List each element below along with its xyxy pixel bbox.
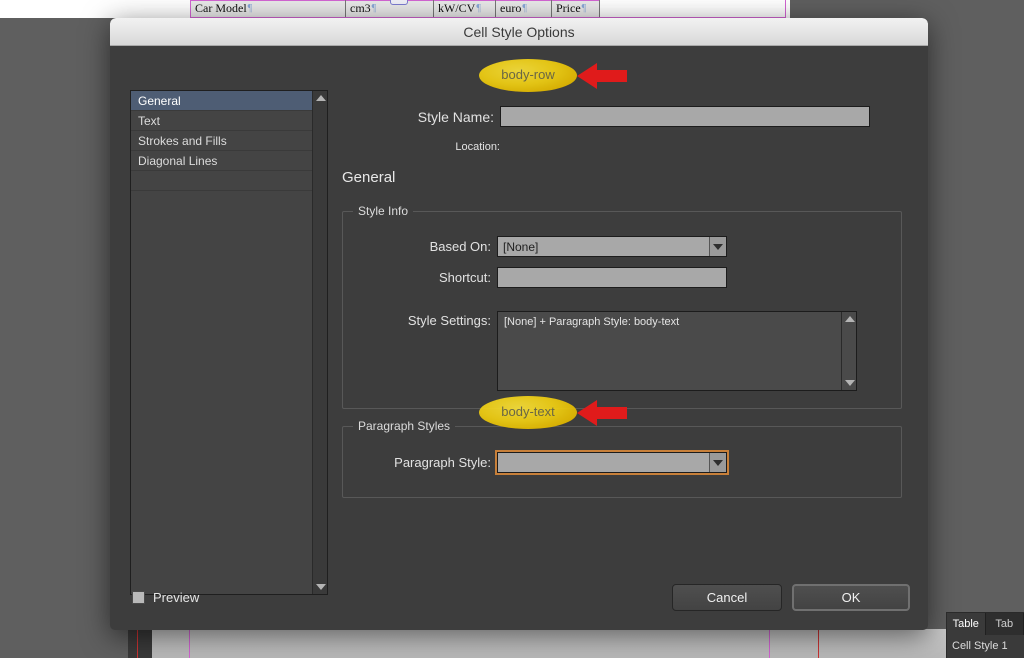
paragraph-style-chevron[interactable] [709,453,726,472]
style-name-row: Style Name: body-row [342,106,910,127]
pilcrow-icon: ¶ [581,3,587,14]
cell-style-list-item-label: Cell Style 1 [952,640,1008,652]
style-name-label: Style Name: [417,108,494,125]
table-header-cell: kW/CV ¶ [434,0,496,17]
margin-guide-red [818,629,819,658]
table-header-cell: Price ¶ [552,0,600,17]
tab-label: Table [952,618,979,630]
table-header-label: Price [556,1,581,15]
margin-guide-red [137,629,138,658]
tab-label: Tab [995,618,1014,630]
paragraph-style-row: Paragraph Style: body-text [343,450,901,475]
location-label: Location: [455,141,500,153]
based-on-row: Based On: [None] [343,236,901,257]
based-on-chevron[interactable] [709,237,726,256]
cancel-button[interactable]: Cancel [672,584,782,611]
location-row: Location: [342,141,506,153]
table-header-cell-empty[interactable] [600,0,785,17]
sidebar-item-general[interactable]: General [131,91,312,111]
table-header-label: kW/CV [438,1,476,15]
margin-guide-magenta [189,629,190,658]
sidebar-item-strokes-and-fills[interactable]: Strokes and Fills [131,131,312,151]
dialog-body: General Text Strokes and Fills Diagonal … [110,46,928,630]
style-settings-row: Style Settings: [None] + Paragraph Style… [343,311,901,391]
table-select-handle-icon[interactable] [390,0,408,5]
sidebar-item-label: Diagonal Lines [138,153,218,168]
style-name-input[interactable]: body-row [500,106,870,127]
background-table[interactable]: Car Model ¶ cm3 ¶ kW/CV ¶ euro ¶ Price ¶ [190,0,786,18]
based-on-value: [None] [503,239,539,254]
dialog-titlebar[interactable]: Cell Style Options [110,18,928,46]
ok-button-label: OK [841,590,861,605]
ok-button[interactable]: OK [792,584,910,611]
style-settings-textarea[interactable]: [None] + Paragraph Style: body-text [497,311,857,391]
pilcrow-icon: ¶ [522,3,527,14]
styles-panel-tabs: Table Tab [947,613,1024,635]
sidebar-scrollbar[interactable] [312,91,327,594]
table-header-label: cm3 [350,1,371,15]
pilcrow-icon: ¶ [247,3,253,14]
triangle-down-icon [844,380,855,386]
tab-table[interactable]: Table [947,613,986,635]
dialog-title: Cell Style Options [463,23,575,40]
sidebar-empty-row [131,171,312,191]
chevron-down-icon [713,459,723,466]
scroll-up-button[interactable] [313,91,328,105]
preview-label: Preview [153,590,200,605]
canvas-left-gutter-dark [128,629,152,658]
preview-checkbox[interactable] [132,591,145,604]
style-info-group: Style Info Based On: [None] Shortcut: St… [342,204,902,409]
dialog-footer: Preview Cancel OK [110,574,928,630]
sidebar-item-text[interactable]: Text [131,111,312,131]
shortcut-row: Shortcut: [343,267,901,288]
sidebar-item-label: General [138,93,181,108]
paragraph-style-label: Paragraph Style: [394,455,491,470]
paragraph-styles-legend: Paragraph Styles [353,419,456,433]
based-on-dropdown[interactable]: [None] [497,236,727,257]
preview-checkbox-group[interactable]: Preview [132,590,199,605]
style-info-legend: Style Info [353,204,414,218]
document-page-bottom [0,629,1024,658]
triangle-up-icon [315,95,326,101]
margin-guide-magenta [769,629,770,658]
paragraph-style-dropdown[interactable]: body-text [495,450,729,475]
style-settings-label: Style Settings: [407,313,491,328]
pilcrow-icon: ¶ [371,3,377,14]
sidebar-item-diagonal-lines[interactable]: Diagonal Lines [131,151,312,171]
style-settings-scrollbar[interactable] [841,312,856,390]
tab-table-2[interactable]: Tab [986,613,1024,635]
category-list-items: General Text Strokes and Fills Diagonal … [131,91,312,594]
shortcut-label: Shortcut: [438,270,491,285]
cancel-button-label: Cancel [706,590,748,605]
section-heading: General [342,169,396,186]
table-header-cell: euro ¶ [496,0,552,17]
table-header-label: Car Model [195,1,247,15]
triangle-up-icon [844,316,855,322]
chevron-down-icon [713,243,723,250]
dialog-category-list[interactable]: General Text Strokes and Fills Diagonal … [130,90,328,595]
based-on-label: Based On: [429,239,491,254]
cell-style-options-dialog: Cell Style Options General Text Strokes … [110,18,928,630]
sidebar-item-label: Strokes and Fills [138,133,227,148]
table-header-cell: Car Model ¶ [191,0,346,17]
table-header-label: euro [500,1,522,15]
scroll-up-button[interactable] [842,312,857,326]
style-settings-value: [None] + Paragraph Style: body-text [504,316,680,328]
styles-panel: Table Tab Cell Style 1 [946,612,1024,658]
paragraph-styles-group: Paragraph Styles Paragraph Style: body-t… [342,419,902,498]
cell-style-list-item[interactable]: Cell Style 1 [947,635,1024,657]
scroll-down-button[interactable] [842,376,857,390]
pilcrow-icon: ¶ [476,3,481,14]
screen: Car Model ¶ cm3 ¶ kW/CV ¶ euro ¶ Price ¶ Cell… [0,0,1024,658]
shortcut-input[interactable] [497,267,727,288]
sidebar-item-label: Text [138,113,161,128]
